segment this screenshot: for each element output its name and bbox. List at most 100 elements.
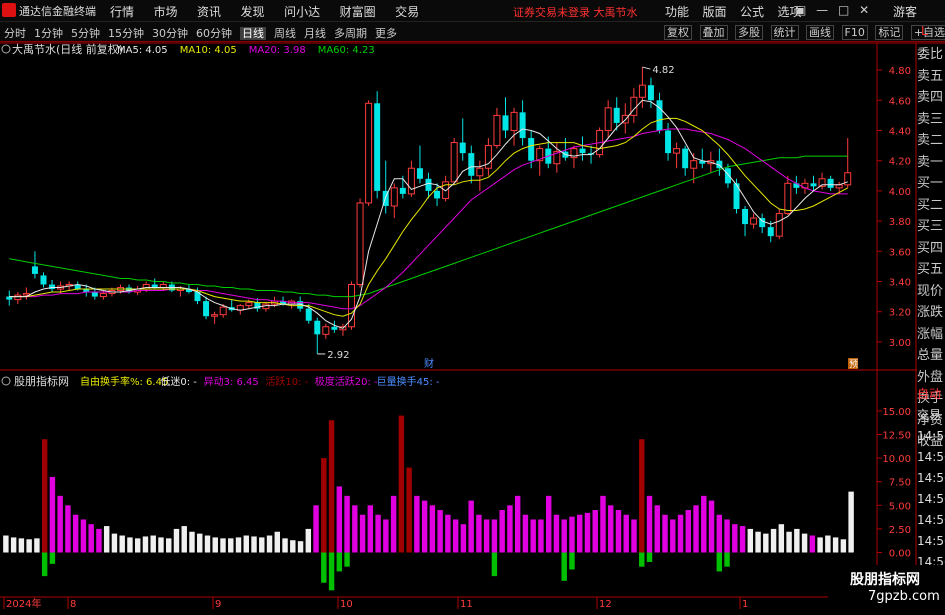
candle-body-25 <box>219 306 227 316</box>
turnover-bar-40 <box>313 505 319 553</box>
turnover-bar-71 <box>553 514 560 553</box>
indicator-item-3: 活跃10: - <box>265 376 308 388</box>
ind-label-2: 5.00 <box>889 501 911 512</box>
candle-body-52 <box>450 142 458 183</box>
stock-chart[interactable]: 大禹节水(日线 前复权)MA5: 4.05 MA10: 4.05 MA20: 3.9… <box>0 0 945 609</box>
ma5-line <box>9 99 848 329</box>
trade-row-7: 14:56 <box>917 534 945 548</box>
candle-body-94 <box>810 183 817 187</box>
indicator-item-4: 极度活跃20: - <box>315 375 378 388</box>
side-panel-label[interactable]: L <box>921 24 928 38</box>
turnover-bar-103 <box>801 533 808 553</box>
candle-body-61 <box>528 138 535 161</box>
candle-body-55 <box>476 167 484 177</box>
candle-body-11 <box>99 293 107 298</box>
neg-bar-93 <box>724 552 730 567</box>
quote-label-2: 卖四 <box>917 90 944 105</box>
turnover-bar-79 <box>615 510 622 553</box>
turnover-bar-54 <box>421 500 428 553</box>
ind-label-1: 2.50 <box>889 525 911 536</box>
ma20-line <box>9 128 848 310</box>
ind-label-6: 15.00 <box>882 407 911 418</box>
turnover-bar-95 <box>739 526 746 553</box>
turnover-bar-72 <box>561 519 567 553</box>
candle-body-36 <box>314 320 321 335</box>
turnover-bar-41 <box>321 458 327 553</box>
price-label-9: 4.80 <box>889 66 911 77</box>
candle-body-37 <box>322 326 330 335</box>
turnover-bar-106 <box>825 535 831 553</box>
main-chart-header: 大禹节水(日线 前复权)MA5: 4.05 MA10: 4.05 MA20: 3.9… <box>1 42 375 56</box>
turnover-bar-43 <box>336 486 343 553</box>
ma10-line <box>9 117 848 317</box>
moving-averages <box>9 99 848 329</box>
neg-bar-63 <box>491 552 498 577</box>
turnover-bar-44 <box>344 495 350 553</box>
turnover-bar-107 <box>832 537 839 553</box>
trade-row-0[interactable]: 自动 <box>917 384 945 405</box>
turnover-bar-51 <box>398 415 405 553</box>
turnover-bar-23 <box>181 526 187 553</box>
neg-bar-41 <box>321 552 327 583</box>
candle-body-80 <box>690 160 698 169</box>
turnover-bar-5 <box>41 439 48 553</box>
turnover-bar-0 <box>3 535 9 553</box>
neg-bar-83 <box>646 552 653 562</box>
turnover-bar-94 <box>732 524 738 553</box>
date-label-3: 10 <box>340 599 353 609</box>
turnover-bar-31 <box>243 535 249 553</box>
candle-body-1 <box>14 294 22 301</box>
turnover-bar-21 <box>166 538 172 553</box>
turnover-bar-38 <box>297 541 304 553</box>
watermark-url: 7gpzb.com <box>868 589 940 604</box>
turnover-bar-17 <box>134 538 141 553</box>
turnover-bar-62 <box>483 519 490 553</box>
price-label-5: 4.00 <box>889 187 911 198</box>
turnover-bar-53 <box>414 495 420 553</box>
trade-row-2: 14:56 <box>917 429 945 443</box>
turnover-bar-16 <box>127 537 133 553</box>
quote-label-13: 涨幅 <box>917 326 944 342</box>
quote-label-7: 买二 <box>917 197 944 213</box>
turnover-bars <box>3 415 854 591</box>
turnover-bar-42 <box>328 420 335 553</box>
turnover-bar-13 <box>103 526 110 553</box>
turnover-bar-4 <box>34 538 40 553</box>
candle-body-28 <box>245 302 253 307</box>
turnover-bar-69 <box>538 519 544 553</box>
date-label-4: 11 <box>460 599 473 609</box>
indicator-item-5: 巨量换手45: - <box>377 375 440 388</box>
trade-row-5: 14:56 <box>917 492 945 506</box>
high-marker <box>642 66 651 70</box>
neg-bar-43 <box>336 552 343 572</box>
candle-body-23 <box>203 301 210 317</box>
turnover-bar-78 <box>608 505 614 553</box>
turnover-bar-24 <box>189 531 195 553</box>
turnover-bar-65 <box>507 505 513 553</box>
turnover-bar-37 <box>290 540 296 553</box>
neg-bar-44 <box>344 552 350 567</box>
candle-body-43 <box>374 103 381 191</box>
price-label-1: 3.20 <box>889 308 911 319</box>
turnover-bar-89 <box>693 505 699 553</box>
turnover-bar-49 <box>383 519 389 553</box>
turnover-bar-59 <box>460 524 467 553</box>
quote-label-3: 卖三 <box>917 111 944 127</box>
trade-row-1[interactable]: 交易 <box>917 405 945 426</box>
turnover-bar-75 <box>584 512 591 553</box>
candle-body-78 <box>673 148 681 154</box>
candle-body-91 <box>784 182 792 215</box>
quote-label-10: 买五 <box>917 262 944 277</box>
turnover-bar-61 <box>476 514 482 553</box>
turnover-bar-100 <box>778 524 785 553</box>
turnover-bar-101 <box>786 531 792 553</box>
candle-body-42 <box>365 102 373 204</box>
turnover-bar-58 <box>452 519 459 553</box>
candle-body-57 <box>493 114 501 147</box>
turnover-bar-9 <box>72 514 79 553</box>
turnover-bar-102 <box>794 528 800 553</box>
quote-label-6: 买一 <box>917 176 944 191</box>
turnover-bar-60 <box>468 500 474 553</box>
price-label-6: 4.20 <box>889 157 911 168</box>
candle-body-84 <box>724 168 731 184</box>
